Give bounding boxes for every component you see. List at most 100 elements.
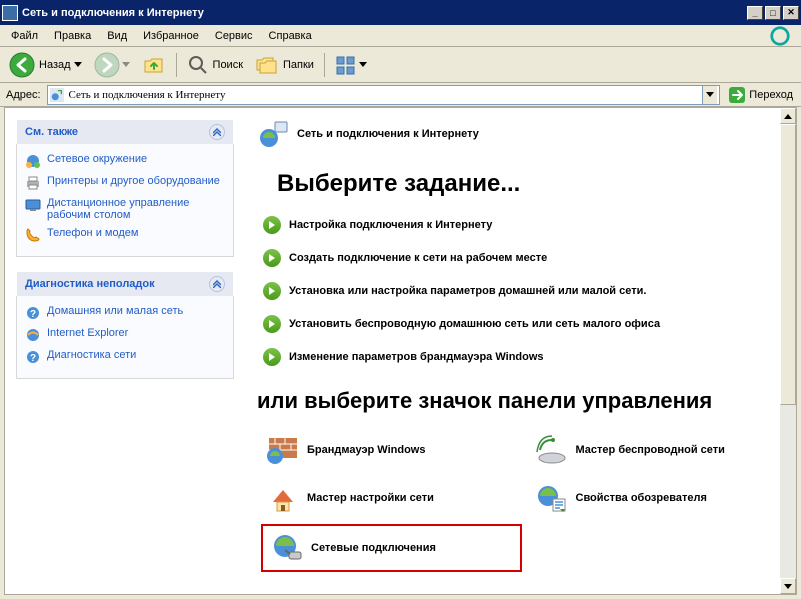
folder-up-icon: [142, 53, 166, 77]
taskbox-troubleshoot: Диагностика неполадок ? Домашняя или мал…: [15, 270, 235, 380]
network-connections-icon: [271, 532, 303, 564]
forward-button[interactable]: [89, 49, 135, 81]
menu-view[interactable]: Вид: [100, 28, 134, 44]
forward-icon: [94, 52, 120, 78]
network-wizard-icon: [267, 482, 299, 514]
cp-item-firewall[interactable]: Брандмауэр Windows: [263, 430, 520, 470]
arrow-right-icon: [263, 315, 281, 333]
left-panel: См. также Сетевое окружение Принтеры и д…: [5, 108, 245, 594]
help-icon: ?: [25, 349, 41, 365]
arrow-right-icon: [263, 249, 281, 267]
sidebar-item-phone-modem[interactable]: Телефон и модем: [25, 224, 225, 246]
menu-help[interactable]: Справка: [262, 28, 319, 44]
sidebar-item-network-places[interactable]: Сетевое окружение: [25, 150, 225, 172]
arrow-right-icon: [263, 282, 281, 300]
folders-icon: [255, 54, 279, 76]
content-area: См. также Сетевое окружение Принтеры и д…: [4, 107, 797, 595]
sidebar-item-ie[interactable]: Internet Explorer: [25, 324, 225, 346]
arrow-right-icon: [263, 348, 281, 366]
back-icon: [9, 52, 35, 78]
go-label: Переход: [749, 89, 793, 101]
vertical-scrollbar[interactable]: [780, 108, 796, 594]
address-dropdown-button[interactable]: [702, 86, 717, 104]
svg-text:?: ?: [30, 309, 36, 320]
task-link-setup-internet[interactable]: Настройка подключения к Интернету: [263, 216, 788, 234]
sidebar-item-home-net[interactable]: ? Домашняя или малая сеть: [25, 302, 225, 324]
menu-file[interactable]: Файл: [4, 28, 45, 44]
task-link-firewall-settings[interactable]: Изменение параметров брандмауэра Windows: [263, 348, 788, 366]
window-icon: [2, 5, 18, 21]
cp-header: или выберите значок панели управления: [257, 388, 788, 414]
task-header: Выберите задание...: [277, 170, 788, 198]
chevron-down-icon: [74, 62, 82, 67]
help-icon: ?: [25, 305, 41, 321]
ie-icon: [25, 327, 41, 343]
chevron-down-icon: [359, 62, 367, 67]
menu-bar: Файл Правка Вид Избранное Сервис Справка: [0, 25, 801, 47]
toolbar: Назад Поиск Папки: [0, 47, 801, 83]
category-title: Сеть и подключения к Интернету: [297, 128, 479, 140]
go-button[interactable]: Переход: [724, 84, 797, 106]
cp-item-network-connections[interactable]: Сетевые подключения: [263, 526, 520, 570]
menu-tools[interactable]: Сервис: [208, 28, 260, 44]
cp-item-network-wizard[interactable]: Мастер настройки сети: [263, 478, 520, 518]
wireless-wizard-icon: [536, 434, 568, 466]
back-button[interactable]: Назад: [4, 49, 87, 81]
firewall-icon: [267, 434, 299, 466]
window-title: Сеть и подключения к Интернету: [22, 7, 745, 19]
internet-options-icon: [536, 482, 568, 514]
chevron-up-icon: [209, 124, 225, 140]
maximize-button[interactable]: □: [765, 6, 781, 20]
toolbar-separator: [324, 53, 325, 77]
printer-icon: [25, 175, 41, 191]
scroll-up-button[interactable]: [780, 108, 796, 124]
task-link-wireless-setup[interactable]: Установить беспроводную домашнюю сеть ил…: [263, 315, 788, 333]
taskbox-see-also: См. также Сетевое окружение Принтеры и д…: [15, 118, 235, 258]
taskbox-see-also-title: См. также: [25, 126, 78, 138]
close-button[interactable]: ✕: [783, 6, 799, 20]
folders-button[interactable]: Папки: [250, 51, 319, 79]
address-label: Адрес:: [6, 89, 41, 101]
search-icon: [187, 54, 209, 76]
go-icon: [728, 86, 746, 104]
task-link-home-network-setup[interactable]: Установка или настройка параметров домаш…: [263, 282, 788, 300]
taskbox-troubleshoot-header[interactable]: Диагностика неполадок: [16, 271, 234, 296]
up-button[interactable]: [137, 50, 171, 80]
taskbox-troubleshoot-title: Диагностика неполадок: [25, 278, 155, 290]
category-icon: [257, 118, 289, 150]
menu-favorites[interactable]: Избранное: [136, 28, 206, 44]
address-input[interactable]: [67, 87, 700, 103]
sidebar-item-printers[interactable]: Принтеры и другое оборудование: [25, 172, 225, 194]
search-button[interactable]: Поиск: [182, 51, 248, 79]
taskbox-see-also-header[interactable]: См. также: [16, 119, 234, 144]
toolbar-separator: [176, 53, 177, 77]
scroll-thumb[interactable]: [780, 124, 796, 405]
cp-item-internet-options[interactable]: Свойства обозревателя: [532, 478, 789, 518]
svg-text:?: ?: [30, 353, 36, 364]
arrow-right-icon: [263, 216, 281, 234]
browser-logo-icon: [769, 25, 791, 47]
address-box[interactable]: [47, 85, 721, 105]
address-icon: [50, 88, 64, 102]
scroll-down-button[interactable]: [780, 578, 796, 594]
chevron-down-icon: [122, 62, 130, 67]
sidebar-item-remote-desktop[interactable]: Дистанционное управление рабочим столом: [25, 194, 225, 224]
cp-item-wireless-wizard[interactable]: Мастер беспроводной сети: [532, 430, 789, 470]
folders-label: Папки: [283, 59, 314, 71]
minimize-button[interactable]: _: [747, 6, 763, 20]
main-panel: Сеть и подключения к Интернету Выберите …: [245, 108, 796, 594]
network-places-icon: [25, 153, 41, 169]
menu-edit[interactable]: Правка: [47, 28, 98, 44]
address-bar: Адрес: Переход: [0, 83, 801, 107]
chevron-up-icon: [209, 276, 225, 292]
title-bar: Сеть и подключения к Интернету _ □ ✕: [0, 0, 801, 25]
views-button[interactable]: [330, 51, 372, 79]
back-label: Назад: [39, 59, 71, 71]
sidebar-item-net-diag[interactable]: ? Диагностика сети: [25, 346, 225, 368]
phone-icon: [25, 227, 41, 243]
views-icon: [335, 54, 357, 76]
scroll-track[interactable]: [780, 124, 796, 578]
task-link-workplace-connection[interactable]: Создать подключение к сети на рабочем ме…: [263, 249, 788, 267]
remote-desktop-icon: [25, 197, 41, 213]
search-label: Поиск: [213, 59, 243, 71]
